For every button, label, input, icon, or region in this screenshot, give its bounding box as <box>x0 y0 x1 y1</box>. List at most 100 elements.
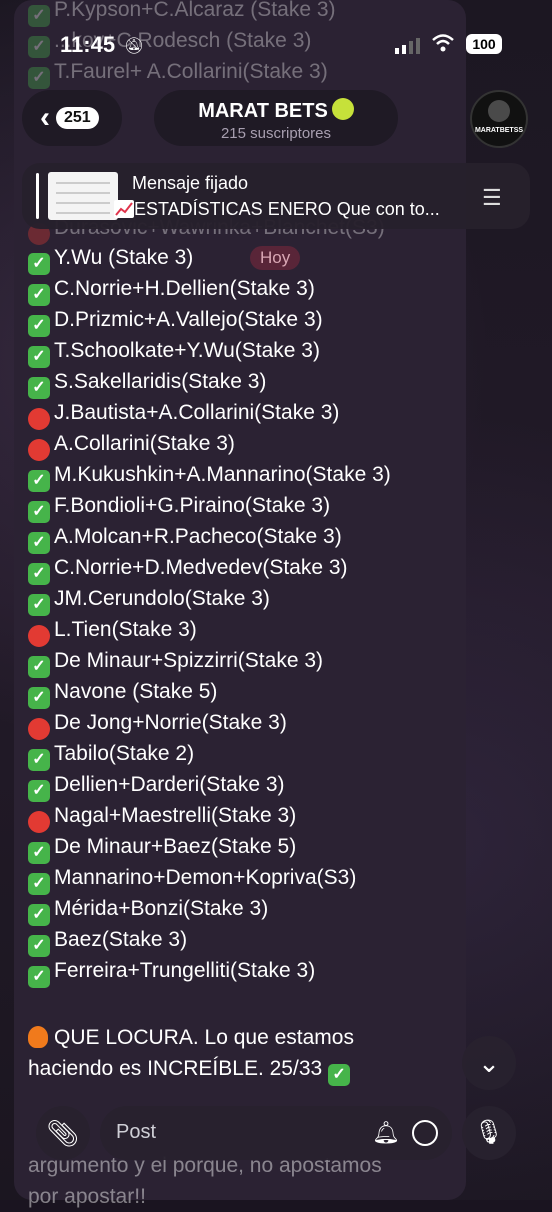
pick-text: A.Collarini(Stake 3) <box>54 432 235 455</box>
red-circle-icon: ● <box>28 718 50 740</box>
pick-text: J.Bautista+A.Collarini(Stake 3) <box>54 401 340 424</box>
pick-row: ✓ Ferreira+Trungelliti(Stake 3) <box>28 955 468 988</box>
pick-text: Y.Wu (Stake 3) <box>54 246 194 269</box>
check-icon: ✓ <box>28 749 50 771</box>
check-icon: ✓ <box>28 346 50 368</box>
check-icon: ✓ <box>28 532 50 554</box>
pick-row: ●Nagal+Maestrelli(Stake 3) <box>28 800 468 833</box>
check-icon: ✓ <box>28 377 50 399</box>
pick-text: De Minaur+Spizzirri(Stake 3) <box>54 649 324 672</box>
red-circle-icon: ● <box>28 811 50 833</box>
pick-text: L.Tien(Stake 3) <box>54 618 197 641</box>
chat-header: ‹ 251 MARAT BETS 215 suscriptores MARATB… <box>0 88 552 158</box>
date-badge: Hoy <box>250 246 301 270</box>
channel-name: MARAT BETS <box>198 100 328 122</box>
check-icon: ✓ <box>28 656 50 678</box>
pick-row: ✓ C.Norrie+H.Dellien(Stake 3) <box>28 273 468 306</box>
status-time: 11:45 <box>60 32 116 57</box>
check-icon: ✓ <box>28 842 50 864</box>
pick-text: C.Norrie+H.Dellien(Stake 3) <box>54 277 315 300</box>
pick-text: F.Bondioli+G.Piraino(Stake 3) <box>54 494 331 517</box>
battery-indicator: 100 <box>466 34 502 54</box>
check-icon: ✓ <box>328 1064 351 1086</box>
fire-icon <box>28 1026 48 1048</box>
pick-text: Baez(Stake 3) <box>54 928 188 951</box>
microphone-button[interactable]: 🎙︎ <box>462 1106 516 1160</box>
clock-icon[interactable] <box>412 1120 438 1146</box>
pin-indicator <box>36 173 39 219</box>
pick-row: ✓ Dellien+Darderi(Stake 3) <box>28 769 468 802</box>
pick-text: A.Molcan+R.Pacheco(Stake 3) <box>54 525 342 548</box>
pick-row: ✓ F.Bondioli+G.Piraino(Stake 3) <box>28 490 468 523</box>
subscriber-count: 215 suscriptores <box>220 125 332 142</box>
tennis-ball-icon <box>331 98 354 120</box>
microphone-icon: 🎙︎ <box>473 1119 505 1146</box>
check-icon: ✓ <box>28 687 50 709</box>
input-placeholder: Post <box>116 1121 157 1143</box>
pick-row: ✓ T.Schoolkate+Y.Wu(Stake 3) <box>28 335 468 368</box>
check-icon: ✓ <box>28 284 50 306</box>
pick-text: De Minaur+Baez(Stake 5) <box>54 835 297 858</box>
composer-bar: 📎︎ Post 🔔︎ 🎙︎ <box>0 1104 552 1164</box>
pick-row: ✓ De Minaur+Baez(Stake 5) <box>28 831 468 864</box>
pick-row: ✓ S.Sakellaridis(Stake 3) <box>28 366 468 399</box>
pick-row: ●De Jong+Norrie(Stake 3) <box>28 707 468 740</box>
pinned-text: ESTADÍSTICAS ENERO Que con to... <box>114 199 484 220</box>
pick-text: Nagal+Maestrelli(Stake 3) <box>54 804 297 827</box>
pick-text: Mérida+Bonzi(Stake 3) <box>54 897 269 920</box>
pick-row: ✓ Mannarino+Demon+Kopriva(S3) <box>28 862 468 895</box>
check-icon: ✓ <box>28 253 50 275</box>
red-circle-icon: ● <box>28 408 50 430</box>
pick-row: ✓ C.Norrie+D.Medvedev(Stake 3) <box>28 552 468 585</box>
tennis-player-icon <box>488 100 510 122</box>
scroll-down-button[interactable]: ⌄ <box>462 1036 516 1090</box>
pick-row: ✓ A.Molcan+R.Pacheco(Stake 3) <box>28 521 468 554</box>
wifi-icon <box>432 34 454 52</box>
pick-text: Navone (Stake 5) <box>54 680 218 703</box>
pick-row: ✓ Navone (Stake 5) <box>28 676 468 709</box>
check-icon: ✓ <box>28 873 50 895</box>
pinned-message-bar[interactable]: Mensaje fijado ESTADÍSTICAS ENERO Que co… <box>22 163 530 229</box>
check-icon: ✓ <box>28 904 50 926</box>
pinned-label: Mensaje fijado <box>132 173 249 193</box>
pick-row: ✓ Y.Wu (Stake 3) <box>28 242 468 275</box>
bell-slash-icon: 🔕︎ <box>124 38 145 55</box>
check-icon: ✓ <box>28 966 50 988</box>
channel-title-button[interactable]: MARAT BETS 215 suscriptores <box>154 90 398 146</box>
pick-row: ✓ D.Prizmic+A.Vallejo(Stake 3) <box>28 304 468 337</box>
pinned-list-icon[interactable]: ☰ <box>482 185 502 211</box>
pick-row: ●A.Collarini(Stake 3) <box>28 428 468 461</box>
chevron-down-icon: ⌄ <box>478 1048 500 1078</box>
red-circle-icon: ● <box>28 625 50 647</box>
cellular-signal-icon <box>395 38 420 54</box>
pick-text: M.Kukushkin+A.Mannarino(Stake 3) <box>54 463 391 486</box>
pick-text: JM.Cerundolo(Stake 3) <box>54 587 270 610</box>
pick-text: D.Prizmic+A.Vallejo(Stake 3) <box>54 308 323 331</box>
paperclip-icon: 📎︎ <box>46 1118 80 1148</box>
pick-text: C.Norrie+D.Medvedev(Stake 3) <box>54 556 348 579</box>
pick-row: ●J.Bautista+A.Collarini(Stake 3) <box>28 397 468 430</box>
chevron-left-icon: ‹ <box>40 101 50 134</box>
message-input[interactable]: Post 🔔︎ <box>100 1106 452 1160</box>
pick-row: ✓ Tabilo(Stake 2) <box>28 738 468 771</box>
pick-row: ✓ JM.Cerundolo(Stake 3) <box>28 583 468 616</box>
unread-count-badge: 251 <box>56 107 99 129</box>
check-icon: ✓ <box>28 563 50 585</box>
pick-row: ●L.Tien(Stake 3) <box>28 614 468 647</box>
summary-text: QUE LOCURA. Lo que estamos haciendo es I… <box>28 1022 468 1086</box>
attach-button[interactable]: 📎︎ <box>36 1106 90 1160</box>
back-button[interactable]: ‹ 251 <box>22 90 122 146</box>
check-icon: ✓ <box>28 470 50 492</box>
pick-text: Mannarino+Demon+Kopriva(S3) <box>54 866 357 889</box>
pick-text: Ferreira+Trungelliti(Stake 3) <box>54 959 316 982</box>
pick-row: ✓ Baez(Stake 3) <box>28 924 468 957</box>
chart-up-icon <box>114 200 134 218</box>
pick-text: De Jong+Norrie(Stake 3) <box>54 711 287 734</box>
bell-icon[interactable]: 🔔︎ <box>372 1120 400 1146</box>
pick-text: T.Schoolkate+Y.Wu(Stake 3) <box>54 339 320 362</box>
check-icon: ✓ <box>28 780 50 802</box>
pick-row: ✓ Mérida+Bonzi(Stake 3) <box>28 893 468 926</box>
check-icon: ✓ <box>28 594 50 616</box>
channel-avatar[interactable]: MARATBETSS <box>470 90 528 148</box>
pick-text: Tabilo(Stake 2) <box>54 742 195 765</box>
